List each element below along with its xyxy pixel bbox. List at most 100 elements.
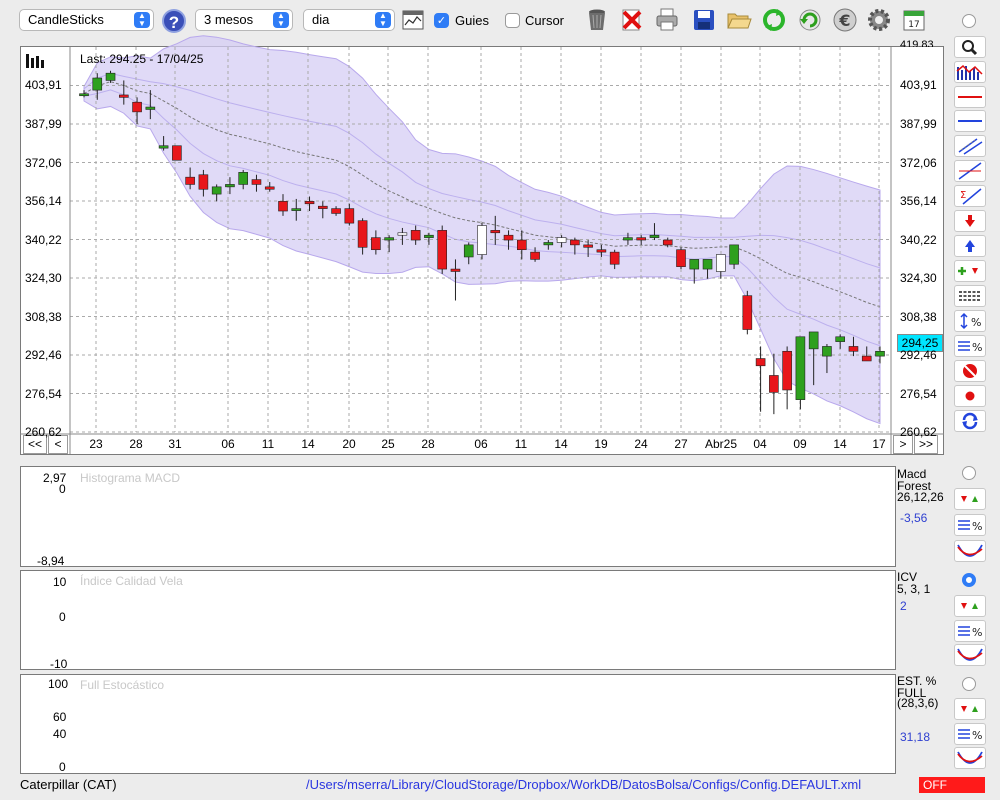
candle-body — [331, 208, 341, 214]
panel-select-radio-stochastic[interactable] — [962, 677, 976, 691]
candle-body — [609, 251, 620, 265]
x-tick-label: Abr25 — [704, 437, 738, 451]
x-tick-label: 04 — [753, 437, 767, 451]
icv-y-zero: 0 — [59, 610, 66, 624]
y-tick-label-right: 387,99 — [900, 116, 937, 131]
candle-body — [676, 249, 686, 267]
x-tick-label: 31 — [168, 437, 182, 451]
candle-body — [397, 232, 408, 236]
icv-percent-button[interactable]: % — [954, 620, 986, 642]
candle-body — [636, 237, 647, 241]
candle-body — [530, 251, 540, 260]
macd-percent-button[interactable]: % — [954, 514, 986, 536]
y-tick-label-right: 260,62 — [900, 425, 937, 439]
trendline-tool-button[interactable] — [954, 160, 986, 182]
icv-arrows-button[interactable] — [954, 595, 986, 617]
x-tick-label: 28 — [129, 437, 143, 451]
indicator-chart-icon — [956, 64, 983, 80]
plus-arrow-icon — [958, 267, 978, 275]
svg-text:%: % — [972, 729, 982, 742]
grid-lines-button[interactable] — [954, 285, 986, 307]
x-tick-label: 19 — [594, 437, 608, 451]
sigma-icon: Σ — [960, 188, 982, 205]
y-tick-label-left: 324,30 — [25, 271, 62, 285]
channel-icon — [958, 138, 983, 155]
record-dot-icon — [964, 390, 976, 402]
curves-icon — [957, 648, 983, 661]
y-tick-label-left: 387,99 — [25, 116, 62, 131]
horizontal-line-blue-button[interactable] — [954, 110, 986, 132]
stochastic-curves-button[interactable] — [954, 747, 986, 769]
config-path-link[interactable]: /Users/mserra/Library/CloudStorage/Dropb… — [306, 777, 861, 792]
indicator-chart-button[interactable] — [954, 61, 986, 83]
hline-red-icon — [958, 96, 982, 98]
candle-body — [437, 230, 448, 270]
y-tick-label-right: 292,46 — [900, 348, 937, 362]
candle-body — [198, 174, 209, 190]
x-tick-label: 27 — [674, 437, 688, 451]
candle-body — [623, 237, 633, 241]
x-tick-label: 06 — [221, 437, 235, 451]
stoch-y-tick-label: 40 — [53, 726, 67, 741]
stochastic-arrows-button[interactable] — [954, 698, 986, 720]
x-tick-label: 17 — [872, 437, 886, 451]
candle-body — [185, 176, 195, 185]
channel-tool-button[interactable] — [954, 135, 986, 157]
candle-body — [304, 201, 315, 205]
macd-params: 26,12,26 — [897, 490, 944, 504]
macd-arrows-button[interactable] — [954, 488, 986, 510]
company-label: Caterpillar (CAT) — [20, 777, 117, 792]
icv-params: 5, 3, 1 — [897, 582, 931, 596]
candle-body — [755, 358, 766, 367]
stoch-y-tick-label: 60 — [53, 710, 67, 725]
panel-select-radio-icv[interactable] — [962, 573, 976, 587]
cancel-button[interactable] — [954, 360, 986, 382]
arrow-down-button[interactable] — [954, 210, 986, 232]
icv-value: 2 — [900, 599, 907, 613]
y-tick-label-right: 324,30 — [900, 271, 937, 285]
zoom-button[interactable] — [954, 36, 986, 58]
candle-body — [145, 106, 156, 110]
y-tick-label-left: 276,54 — [25, 386, 62, 401]
x-tick-label: 09 — [793, 437, 807, 451]
candle-body — [238, 172, 248, 185]
macd-y-min: -8,94 — [37, 554, 65, 568]
x-tick-label: 24 — [634, 437, 648, 451]
candle-body — [596, 249, 607, 253]
candle-body — [490, 230, 501, 234]
macd-curves-button[interactable] — [954, 540, 986, 562]
percent-lines-icon: % — [958, 626, 982, 639]
candle-body — [317, 205, 328, 209]
last-price-label: Last: 294.25 - 17/04/25 — [80, 52, 204, 66]
panel-select-radio-macd[interactable] — [962, 466, 976, 480]
y-tick-label-right: 403,91 — [900, 78, 937, 93]
stochastic-percent-button[interactable]: % — [954, 723, 986, 745]
candle-body — [384, 237, 394, 241]
sync-button[interactable] — [954, 410, 986, 432]
candle-body — [344, 208, 355, 224]
horizontal-line-red-button[interactable] — [954, 86, 986, 108]
buy-sell-markers-button[interactable] — [954, 260, 986, 282]
off-status-badge[interactable]: OFF — [919, 777, 985, 793]
percent-lines-button[interactable]: % — [954, 335, 986, 357]
y-tick-label-right: 276,54 — [900, 386, 937, 401]
candle-body — [822, 346, 832, 357]
arrows-updown-icon — [961, 496, 978, 502]
x-tick-label: 06 — [474, 437, 488, 451]
record-button[interactable] — [954, 385, 986, 407]
y-tick-label-right: 308,38 — [900, 309, 937, 324]
stochastic-params: (28,3,6) — [897, 696, 939, 710]
fibonacci-tool-button[interactable]: Σ — [954, 185, 986, 207]
y-top-cut-label: 419,83 — [900, 39, 934, 47]
percent-range-button[interactable]: % — [954, 310, 986, 332]
stoch-y-tick-label: 100 — [48, 677, 69, 691]
arrow-up-button[interactable] — [954, 235, 986, 257]
candle-body — [848, 346, 859, 352]
y-tick-label-right: 340,22 — [900, 232, 937, 247]
x-tick-label: 28 — [421, 437, 435, 451]
x-tick-label: 20 — [342, 437, 356, 451]
percent-lines-icon: % — [958, 729, 982, 742]
candle-body — [742, 295, 753, 330]
icv-curves-button[interactable] — [954, 644, 986, 666]
panel-select-radio-main[interactable] — [962, 14, 976, 28]
